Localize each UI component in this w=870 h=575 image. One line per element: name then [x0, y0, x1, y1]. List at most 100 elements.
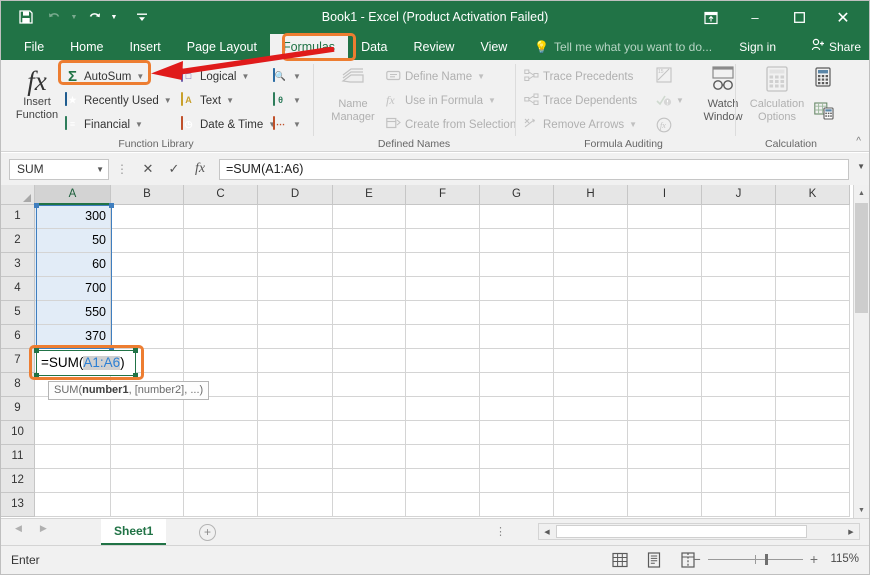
- cell-F8[interactable]: [406, 373, 480, 397]
- scroll-right-icon[interactable]: ▶: [843, 524, 859, 539]
- cell-K13[interactable]: [776, 493, 850, 517]
- cell-E12[interactable]: [333, 469, 406, 493]
- cell-B13[interactable]: [111, 493, 184, 517]
- cell-F7[interactable]: [406, 349, 480, 373]
- chevron-down-icon[interactable]: ▼: [241, 72, 249, 81]
- cell-J6[interactable]: [702, 325, 776, 349]
- cell-D3[interactable]: [258, 253, 333, 277]
- cell-K7[interactable]: [776, 349, 850, 373]
- cell-D6[interactable]: [258, 325, 333, 349]
- row-header-11[interactable]: 11: [1, 445, 35, 469]
- next-sheet-icon[interactable]: ▶: [40, 523, 47, 534]
- cell-G7[interactable]: [480, 349, 554, 373]
- show-formulas-button[interactable]: 15: [656, 64, 672, 85]
- cell-H7[interactable]: [554, 349, 628, 373]
- cell-I1[interactable]: [628, 205, 702, 229]
- cell-D5[interactable]: [258, 301, 333, 325]
- share-button[interactable]: Share: [811, 34, 861, 60]
- cell-D4[interactable]: [258, 277, 333, 301]
- scroll-left-icon[interactable]: ◀: [539, 524, 555, 539]
- cell-E4[interactable]: [333, 277, 406, 301]
- column-header-K[interactable]: K: [776, 185, 850, 205]
- name-box[interactable]: SUM ▼: [9, 158, 109, 180]
- redo-icon[interactable]: [81, 5, 107, 29]
- column-header-J[interactable]: J: [702, 185, 776, 205]
- cell-K10[interactable]: [776, 421, 850, 445]
- enter-check-icon[interactable]: ✓: [161, 158, 187, 180]
- chevron-down-icon[interactable]: ▼: [135, 120, 143, 129]
- chevron-down-icon[interactable]: ▼: [477, 72, 485, 81]
- row-header-2[interactable]: 2: [1, 229, 35, 253]
- row-header-4[interactable]: 4: [1, 277, 35, 301]
- column-header-F[interactable]: F: [406, 185, 480, 205]
- insert-function-button[interactable]: fx Insert Function: [9, 66, 65, 122]
- tell-me-search[interactable]: 💡 Tell me what you want to do...: [534, 34, 712, 60]
- chevron-down-icon[interactable]: ▼: [226, 96, 234, 105]
- cell-C7[interactable]: [184, 349, 258, 373]
- customize-qat-icon[interactable]: [129, 5, 155, 29]
- cell-G5[interactable]: [480, 301, 554, 325]
- text-button[interactable]: A Text ▼: [181, 90, 234, 111]
- cell-A2[interactable]: 50: [35, 229, 111, 253]
- redo-dropdown-icon[interactable]: ▼: [109, 5, 119, 29]
- cell-C9[interactable]: [184, 397, 258, 421]
- cell-D13[interactable]: [258, 493, 333, 517]
- trace-dependents-button[interactable]: Trace Dependents: [524, 90, 637, 111]
- cell-C2[interactable]: [184, 229, 258, 253]
- zoom-slider-thumb[interactable]: [764, 553, 768, 565]
- column-header-B[interactable]: B: [111, 185, 184, 205]
- cell-I9[interactable]: [628, 397, 702, 421]
- sheet-split-grip[interactable]: ⋮: [495, 525, 506, 538]
- tab-page-layout[interactable]: Page Layout: [174, 34, 270, 60]
- add-sheet-icon[interactable]: +: [199, 524, 216, 541]
- chevron-down-icon[interactable]: ▼: [629, 120, 637, 129]
- cell-A9[interactable]: [35, 397, 111, 421]
- calculate-now-button[interactable]: [814, 67, 832, 89]
- formula-input[interactable]: =SUM(A1:A6): [219, 158, 849, 180]
- cell-E5[interactable]: [333, 301, 406, 325]
- evaluate-formula-button[interactable]: fx: [656, 114, 672, 135]
- cell-K5[interactable]: [776, 301, 850, 325]
- more-functions-button[interactable]: ⋯ ▼: [273, 114, 301, 135]
- cell-B9[interactable]: [111, 397, 184, 421]
- cell-A13[interactable]: [35, 493, 111, 517]
- tab-view[interactable]: View: [467, 34, 520, 60]
- cell-I6[interactable]: [628, 325, 702, 349]
- cell-I13[interactable]: [628, 493, 702, 517]
- column-header-G[interactable]: G: [480, 185, 554, 205]
- cell-K3[interactable]: [776, 253, 850, 277]
- use-in-formula-button[interactable]: fx Use in Formula ▼: [386, 90, 496, 111]
- cell-I2[interactable]: [628, 229, 702, 253]
- cell-G9[interactable]: [480, 397, 554, 421]
- cell-G6[interactable]: [480, 325, 554, 349]
- cell-G10[interactable]: [480, 421, 554, 445]
- calculate-sheet-button[interactable]: [814, 102, 834, 123]
- cell-G1[interactable]: [480, 205, 554, 229]
- row-header-1[interactable]: 1: [1, 205, 35, 229]
- cell-A10[interactable]: [35, 421, 111, 445]
- cell-J4[interactable]: [702, 277, 776, 301]
- cell-J3[interactable]: [702, 253, 776, 277]
- tab-data[interactable]: Data: [348, 34, 400, 60]
- row-header-7[interactable]: 7: [1, 349, 35, 373]
- cell-H4[interactable]: [554, 277, 628, 301]
- cell-K2[interactable]: [776, 229, 850, 253]
- row-header-8[interactable]: 8: [1, 373, 35, 397]
- cell-J8[interactable]: [702, 373, 776, 397]
- chevron-up-icon[interactable]: ^: [856, 136, 861, 147]
- autosum-button[interactable]: Σ AutoSum ▼: [65, 66, 144, 87]
- cell-B3[interactable]: [111, 253, 184, 277]
- remove-arrows-button[interactable]: Remove Arrows ▼: [524, 114, 637, 135]
- cell-E6[interactable]: [333, 325, 406, 349]
- cell-C4[interactable]: [184, 277, 258, 301]
- chevron-down-icon[interactable]: ▼: [293, 96, 301, 105]
- cell-A1[interactable]: 300: [35, 205, 111, 229]
- cell-K4[interactable]: [776, 277, 850, 301]
- row-header-12[interactable]: 12: [1, 469, 35, 493]
- cell-B11[interactable]: [111, 445, 184, 469]
- logical-button[interactable]: □ Logical ▼: [181, 66, 249, 87]
- zoom-slider[interactable]: [707, 553, 803, 565]
- sign-in-button[interactable]: Sign in: [739, 34, 776, 60]
- cell-D7[interactable]: [258, 349, 333, 373]
- chevron-down-icon[interactable]: ▼: [293, 72, 301, 81]
